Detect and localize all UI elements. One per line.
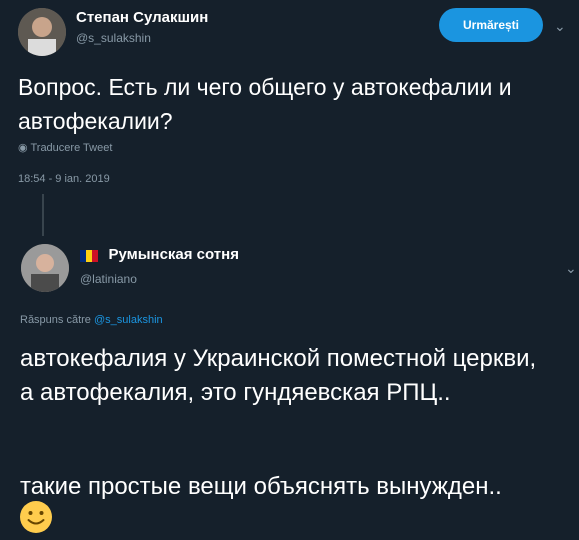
reply-author-avatar[interactable] — [21, 244, 69, 292]
author-name[interactable]: Степан Сулакшин — [76, 9, 208, 26]
avatar-photo — [18, 8, 66, 56]
translate-label: Traducere Tweet — [30, 142, 113, 154]
reply-author-handle[interactable]: @latiniano — [80, 272, 137, 286]
globe-icon: ◉ — [18, 142, 28, 154]
reply-chevron-down-icon[interactable]: ⌄ — [565, 260, 577, 277]
chevron-down-icon[interactable]: ⌄ — [554, 18, 566, 35]
slightly-smiling-face-icon — [18, 499, 54, 540]
author-avatar[interactable] — [18, 8, 66, 56]
reply-avatar-photo — [21, 244, 69, 292]
replying-to: Răspuns către @s_sulakshin — [20, 314, 163, 326]
reply-text-paragraph-1: автокефалия у Украинской поместной церкв… — [20, 345, 537, 406]
timestamp[interactable]: 18:54 - 9 ian. 2019 — [18, 173, 110, 185]
replying-to-handle[interactable]: @s_sulakshin — [94, 314, 163, 326]
reply-author-name[interactable]: Румынская сотня — [108, 246, 239, 263]
romania-flag-icon — [80, 249, 98, 262]
tweet-text: Вопрос. Есть ли чего общего у автокефали… — [18, 74, 512, 134]
thread-line — [42, 194, 44, 236]
following-button[interactable]: Urmărești — [439, 8, 543, 42]
author-handle[interactable]: @s_sulakshin — [76, 31, 151, 45]
translate-tweet-link[interactable]: ◉ Traducere Tweet — [18, 141, 112, 154]
replying-prefix: Răspuns către — [20, 314, 91, 326]
reply-author-row: Румынская сотня — [80, 246, 239, 264]
reply-text-paragraph-2: такие простые вещи объяснять вынужден.. — [20, 473, 502, 500]
